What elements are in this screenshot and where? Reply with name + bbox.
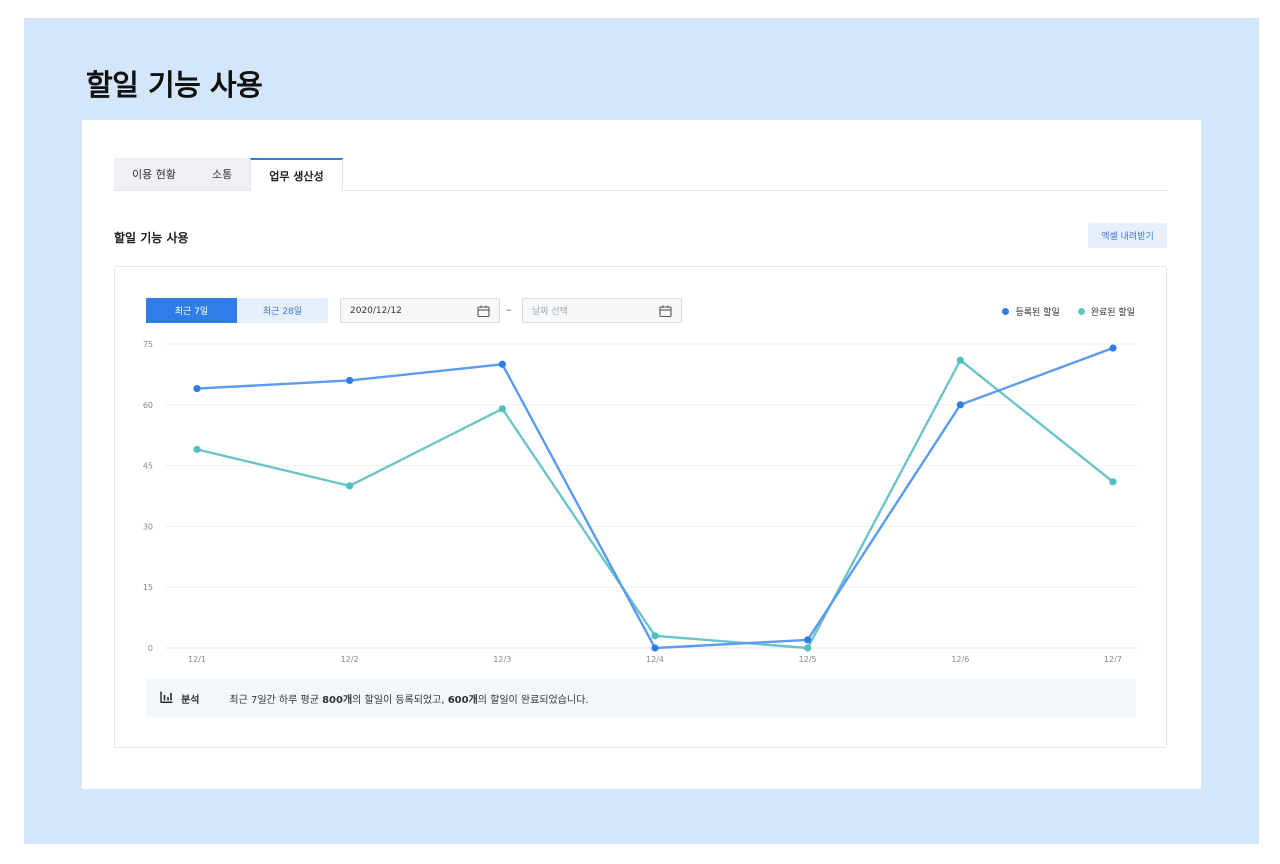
page-title: 할일 기능 사용 (86, 68, 263, 102)
data-point-completed (956, 356, 964, 364)
x-tick-label: 12/7 (1104, 655, 1122, 664)
chart-card: 최근 7일 최근 28일 2020/12/12 – 날짜 선택 등록된 할일 완… (114, 266, 1167, 748)
analysis-text-part: 최근 7일간 하루 평균 (229, 694, 323, 706)
x-tick-label: 12/5 (799, 655, 817, 664)
tab-productivity[interactable]: 업무 생산성 (250, 158, 343, 191)
data-point-completed (651, 632, 659, 640)
analysis-label: 분석 (181, 694, 200, 706)
analysis-text-part: 의 할일이 등록되었고, (352, 694, 448, 706)
y-tick-label: 30 (143, 522, 153, 531)
data-point-registered (346, 376, 354, 385)
y-tick-label: 60 (143, 401, 153, 410)
y-tick-label: 0 (148, 644, 153, 653)
content-panel: 이용 현황 소통 업무 생산성 할일 기능 사용 엑셀 내려받기 최근 7일 최… (82, 120, 1201, 789)
bar-chart-icon (160, 691, 173, 706)
analysis-text-part: 의 할일이 완료되었습니다. (477, 694, 589, 706)
tab-bar: 이용 현황 소통 업무 생산성 (114, 158, 1167, 191)
page-background: 할일 기능 사용 이용 현황 소통 업무 생산성 할일 기능 사용 엑셀 내려받… (24, 18, 1259, 844)
data-point-completed (346, 482, 354, 490)
section-title: 할일 기능 사용 (114, 231, 189, 245)
data-point-completed (193, 445, 201, 453)
data-point-registered (498, 360, 506, 368)
data-point-completed (804, 644, 812, 652)
analysis-text: 최근 7일간 하루 평균 800개의 할일이 등록되었고, 600개의 할일이 … (229, 691, 588, 706)
x-tick-label: 12/3 (493, 655, 511, 664)
data-point-registered (193, 384, 201, 393)
data-point-registered (956, 401, 964, 409)
data-point-registered (1109, 344, 1117, 352)
x-tick-label: 12/1 (188, 655, 206, 664)
data-point-completed (498, 405, 506, 413)
excel-download-button[interactable]: 엑셀 내려받기 (1088, 223, 1167, 248)
data-point-registered (651, 644, 659, 652)
data-point-completed (1109, 478, 1117, 486)
series-line-completed (196, 359, 1114, 650)
tab-usage-status[interactable]: 이용 현황 (114, 158, 194, 190)
data-point-registered (804, 636, 812, 644)
y-tick-label: 15 (143, 583, 153, 592)
analysis-avg-registered: 800개 (322, 694, 353, 706)
y-tick-label: 75 (143, 340, 153, 349)
analysis-avg-completed: 600개 (447, 694, 478, 706)
y-tick-label: 45 (143, 462, 153, 471)
analysis-box: 분석 최근 7일간 하루 평균 800개의 할일이 등록되었고, 600개의 할… (146, 679, 1136, 717)
x-tick-label: 12/2 (341, 655, 359, 664)
tab-communication[interactable]: 소통 (193, 158, 251, 190)
series-line-registered (196, 346, 1114, 650)
line-chart: 0 15 30 45 60 75 12/1 12/2 12/3 12/4 12/5 12/6 12/7 (143, 340, 1137, 664)
x-tick-label: 12/4 (646, 655, 664, 664)
x-tick-label: 12/6 (951, 655, 969, 664)
